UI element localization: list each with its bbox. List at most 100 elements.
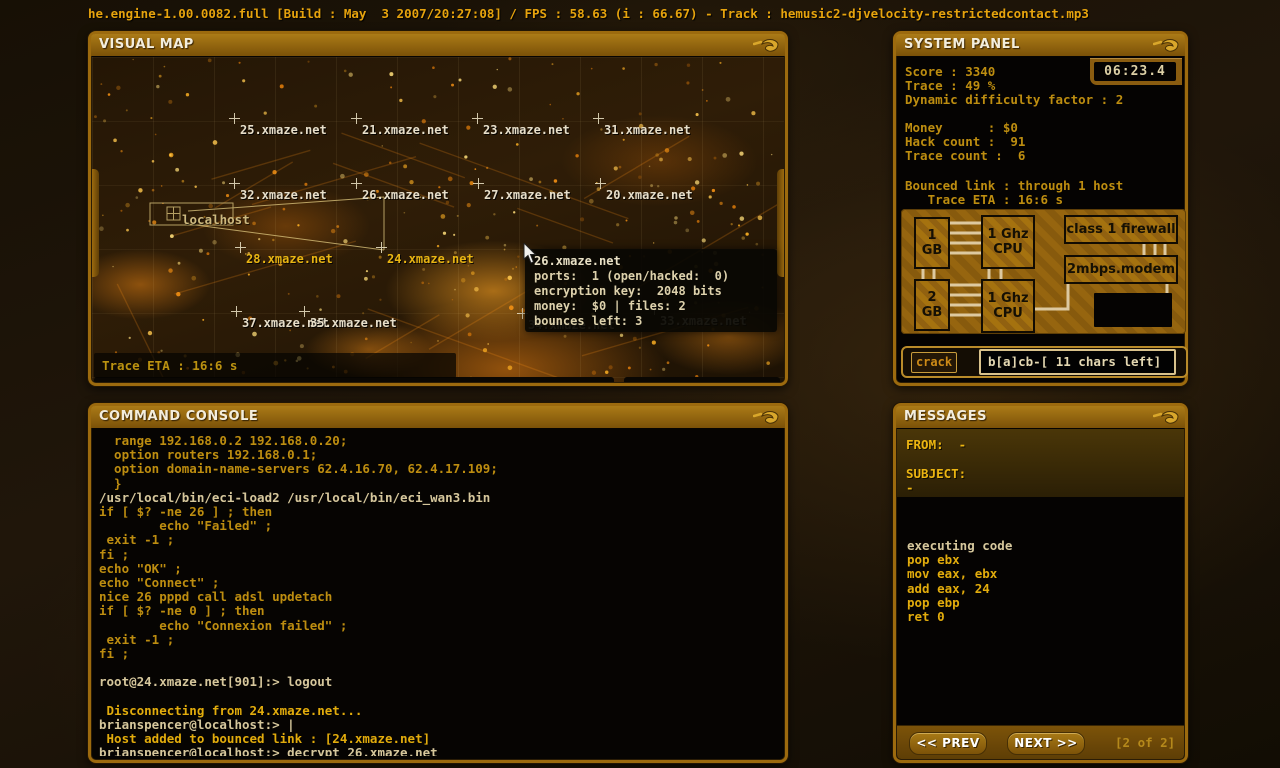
message-body-line: pop ebp — [907, 596, 1178, 610]
map-node-label[interactable]: 35.xmaze.net — [310, 316, 397, 330]
message-body-line: ret 0 — [907, 610, 1178, 624]
command-console-title: COMMAND CONSOLE — [99, 409, 258, 424]
system-panel-content: 06:23.4 Score : 3340Trace : 49 %Dynamic … — [897, 57, 1184, 382]
map-node-label[interactable]: 32.xmaze.net — [240, 188, 327, 202]
console-line: echo "Connexion failed" ; — [99, 619, 779, 633]
stat-line: Score : 3340 — [905, 65, 1123, 79]
stat-line: Dynamic difficulty factor : 2 — [905, 93, 1123, 107]
map-node-label[interactable]: 24.xmaze.net — [387, 252, 474, 266]
node-crosshair-icon — [351, 113, 362, 124]
messages-content: FROM: - SUBJECT: - executing codepop ebx… — [897, 429, 1184, 759]
console-line — [99, 690, 779, 704]
command-console-panel: COMMAND CONSOLE range 192.168.0.2 192.16… — [88, 403, 788, 763]
network-map[interactable]: localhost 25.xmaze.net 21.xmaze.net 23.xma… — [92, 57, 784, 382]
system-panel-titlebar: SYSTEM PANEL — [896, 34, 1185, 56]
visual-map-title: VISUAL MAP — [99, 37, 194, 52]
node-crosshair-icon — [472, 113, 483, 124]
message-body-line: add eax, 24 — [907, 582, 1178, 596]
node-crosshair-icon — [376, 242, 387, 253]
system-panel-title: SYSTEM PANEL — [904, 37, 1020, 52]
console-line: Disconnecting from 24.xmaze.net... — [99, 704, 779, 718]
console-line — [99, 661, 779, 675]
host-tooltip: 26.xmaze.net ports: 1 (open/hacked: 0)en… — [525, 249, 777, 332]
messages-panel: MESSAGES FROM: - SUBJECT: - executing co… — [893, 403, 1188, 763]
hardware-screen — [1094, 293, 1172, 327]
console-line: nice 26 pppd call adsl updetach — [99, 590, 779, 604]
console-line: echo "Connect" ; — [99, 576, 779, 590]
hardware-ram1: 1 GB — [914, 217, 950, 269]
message-subject-value: - — [906, 481, 914, 495]
prev-message-button[interactable]: << PREV — [909, 732, 987, 755]
stat-line: Bounced link : through 1 host — [905, 179, 1123, 193]
console-line: fi ; — [99, 548, 779, 562]
next-message-button[interactable]: NEXT >> — [1007, 732, 1085, 755]
crack-input-field[interactable]: b[a]cb-[ 11 chars left] — [979, 349, 1176, 375]
stat-line: Hack count : 91 — [905, 135, 1025, 149]
map-node-label[interactable]: 20.xmaze.net — [606, 188, 693, 202]
console-line: echo "OK" ; — [99, 562, 779, 576]
panel-claw-icon — [753, 37, 779, 54]
console-line: fi ; — [99, 647, 779, 661]
hardware-cpu1: 1 Ghz CPU — [981, 215, 1035, 269]
node-crosshair-icon — [231, 306, 242, 317]
map-node-label[interactable]: 27.xmaze.net — [484, 188, 571, 202]
panel-claw-icon — [1153, 409, 1179, 426]
message-from-line: FROM: - — [906, 438, 966, 452]
trace-eta-bar: Trace ETA : 16:6 s — [94, 353, 456, 378]
console-line: /usr/local/bin/eci-load2 /usr/local/bin/… — [99, 491, 779, 505]
console-line: brianspencer@localhost:> | — [99, 718, 779, 732]
stat-line: Trace ETA : 16:6 s — [905, 193, 1123, 207]
console-output[interactable]: range 192.168.0.2 192.168.0.20; option r… — [99, 434, 779, 756]
system-panel: SYSTEM PANEL 06:23.4 Score : 3340Trace :… — [893, 31, 1188, 386]
localhost-node-label[interactable]: localhost — [182, 212, 250, 227]
console-line: Host added to bounced link : [24.xmaze.n… — [99, 732, 779, 746]
score-stats-block: Score : 3340Trace : 49 %Dynamic difficul… — [905, 65, 1123, 108]
node-crosshair-icon — [229, 178, 240, 189]
tooltip-host-name: 26.xmaze.net — [534, 254, 777, 269]
tooltip-line: bounces left: 3 — [534, 314, 777, 329]
console-line: brianspencer@localhost:> decrypt 26.xmaz… — [99, 746, 779, 756]
message-subject-label: SUBJECT: — [906, 467, 966, 481]
node-crosshair-icon — [229, 113, 240, 124]
bounce-stats-block: Bounced link : through 1 host Trace ETA … — [905, 179, 1123, 207]
stat-line: Trace count : 6 — [905, 149, 1025, 163]
hardware-cpu2: 1 Ghz CPU — [981, 279, 1035, 333]
map-node-label[interactable]: 25.xmaze.net — [240, 123, 327, 137]
message-body-line: pop ebx — [907, 553, 1178, 567]
message-body-line: mov eax, ebx — [907, 567, 1178, 581]
frame-notch-left — [92, 169, 99, 277]
map-node-label[interactable]: 26.xmaze.net — [362, 188, 449, 202]
hardware-ram2: 2 GB — [914, 279, 950, 331]
map-node-label[interactable]: 28.xmaze.net — [246, 252, 333, 266]
visual-map-panel: VISUAL MAP localhost — [88, 31, 788, 386]
hardware-firewall: class 1 firewall — [1064, 215, 1178, 244]
map-node-label[interactable]: 31.xmaze.net — [604, 123, 691, 137]
engine-status-bar: he.engine-1.00.0082.full [Build : May 3 … — [88, 6, 1238, 21]
node-crosshair-icon — [593, 113, 604, 124]
map-bottom-strip-right — [624, 377, 780, 382]
tooltip-line: ports: 1 (open/hacked: 0) — [534, 269, 777, 284]
map-node-label[interactable]: 21.xmaze.net — [362, 123, 449, 137]
node-crosshair-icon — [595, 178, 606, 189]
console-line: if [ $? -ne 0 ] ; then — [99, 604, 779, 618]
hardware-modem: 2mbps.modem — [1064, 255, 1178, 284]
console-line: option routers 192.168.0.1; — [99, 448, 779, 462]
trace-eta-text: Trace ETA : 16:6 s — [102, 358, 237, 373]
node-crosshair-icon — [235, 242, 246, 253]
console-line: } — [99, 477, 779, 491]
messages-titlebar: MESSAGES — [896, 406, 1185, 428]
console-line: option domain-name-servers 62.4.16.70, 6… — [99, 462, 779, 476]
message-body-line: executing code — [907, 539, 1178, 553]
crack-button[interactable]: crack — [911, 352, 957, 373]
message-page-indicator: [2 of 2] — [1115, 735, 1175, 750]
frame-notch-right — [777, 169, 784, 277]
panel-claw-icon — [753, 409, 779, 426]
map-node-label[interactable]: 23.xmaze.net — [483, 123, 570, 137]
message-header: FROM: - SUBJECT: - — [897, 429, 1184, 497]
console-line: if [ $? -ne 26 ] ; then — [99, 505, 779, 519]
node-crosshair-icon — [473, 178, 484, 189]
tooltip-line: encryption key: 2048 bits — [534, 284, 777, 299]
console-line: root@24.xmaze.net[901]:> logout — [99, 675, 779, 689]
message-body: executing codepop ebxmov eax, ebxadd eax… — [907, 539, 1178, 624]
panel-claw-icon — [1153, 37, 1179, 54]
